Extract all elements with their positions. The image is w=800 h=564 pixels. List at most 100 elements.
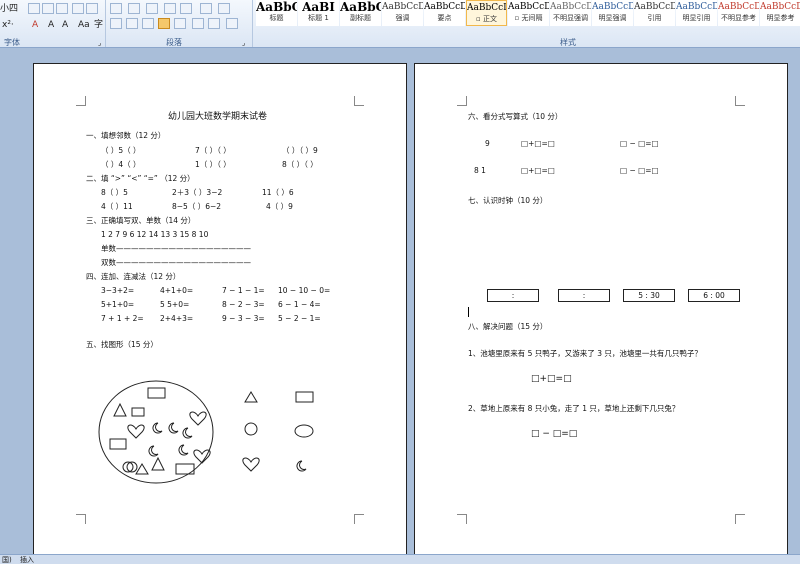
s1-r1-c2: 7（ ）（ ） — [195, 146, 231, 155]
justify-button[interactable] — [158, 18, 170, 29]
page-2[interactable]: 六、看分式写算式（10 分） 9 □+□=□ □ − □=□ 8 1 □+□=□… — [414, 63, 788, 555]
style-name: 标题 — [269, 14, 284, 22]
distributed-button[interactable] — [174, 18, 186, 29]
font-size-label[interactable]: 小四 — [0, 2, 18, 16]
style-name: 明显引用 — [682, 14, 711, 22]
s4-r2-c3: 8 − 2 − 3= — [222, 300, 265, 309]
style-name: 要点 — [437, 14, 452, 22]
align-center-button[interactable] — [126, 18, 138, 29]
style-name: 不明显强调 — [553, 14, 588, 22]
section-4-heading: 四、连加、连减法（12 分） — [86, 272, 181, 281]
font-group-label: 字体 — [4, 38, 20, 47]
style-item[interactable]: AaBbCcD 强调 — [382, 0, 423, 26]
style-sample: AaBbCcDc — [550, 2, 591, 12]
s1-r2-c3: 8（ ）（ ） — [282, 160, 318, 169]
paragraph-group-label: 段落 — [166, 38, 182, 47]
clock-box-1: : — [487, 289, 539, 302]
phonetic-icon[interactable]: 字 — [94, 18, 103, 32]
clear-format-button[interactable] — [86, 3, 98, 14]
style-item[interactable]: AaBbCcDc 明显强调 — [592, 0, 633, 26]
highlight-icon[interactable]: A — [48, 18, 54, 32]
document-canvas[interactable]: 幼儿园大班数学期末试卷 一、填想邻数（12 分） （ ）5（ ） 7（ ）（ ）… — [0, 48, 800, 555]
style-item[interactable]: AaBbCcDc 引用 — [634, 0, 675, 26]
s3-numbers: 1 2 7 9 6 12 14 13 3 15 8 10 — [101, 230, 209, 239]
font-color-icon[interactable]: A — [32, 18, 38, 32]
page-title: 幼儿园大班数学期末试卷 — [168, 112, 268, 122]
char-border-icon[interactable]: A — [62, 18, 68, 32]
style-sample: AaBbCcDc — [676, 2, 717, 12]
question-2-equation: □ − □=□ — [531, 429, 578, 439]
style-sample: AaBbCcDc — [508, 2, 549, 12]
section-2-heading: 二、填 “>” “<” “=” （12 分） — [86, 174, 195, 183]
shapes-figure — [98, 380, 314, 484]
s2-r1-c1: 8（ ）5 — [101, 188, 128, 197]
char-shading-icon[interactable]: Aa — [78, 18, 90, 32]
question-1-equation: □+□=□ — [531, 374, 572, 384]
question-2: 2、草地上原来有 8 只小兔，走了 1 只，草地上还剩下几只兔？ — [468, 404, 680, 413]
s6-row2-plus: □+□=□ — [521, 166, 555, 175]
italic-button[interactable] — [42, 3, 54, 14]
style-sample: AaBbCcDc — [634, 2, 675, 12]
bullets-button[interactable] — [110, 3, 122, 14]
style-item[interactable]: AaBbCcD 明显参考 — [760, 0, 800, 26]
style-name: 明显强调 — [598, 14, 627, 22]
sort-button[interactable] — [200, 3, 212, 14]
status-bar: 国) 插入 — [0, 554, 800, 564]
style-item[interactable]: AaBbCcDc 不明显强调 — [550, 0, 591, 26]
s4-r2-c2: 5 5+0= — [160, 300, 190, 309]
status-left: 国) — [2, 556, 12, 564]
style-item[interactable]: AaBbC 副标题 — [340, 0, 381, 26]
style-item[interactable]: AaBbCcDc ▫ 无间隔 — [508, 0, 549, 26]
style-item[interactable]: AaBbCcDc ▫ 正文 — [466, 0, 507, 26]
align-left-button[interactable] — [110, 18, 122, 29]
styles-gallery: AaBbC 标题 AaBI 标题 1 AaBbC 副标题 AaBbCcD 强调 AaBbCcD 要… — [256, 0, 800, 34]
numbering-button[interactable] — [128, 3, 140, 14]
s1-r1-c3: （ ）（ ）9 — [282, 146, 318, 155]
shading-button[interactable] — [208, 18, 220, 29]
question-1: 1、池塘里原来有 5 只鸭子，又游来了 3 只，池塘里一共有几只鸭子？ — [468, 349, 702, 358]
show-marks-button[interactable] — [218, 3, 230, 14]
s2-r2-c3: 4（ ）9 — [266, 202, 293, 211]
s4-r3-c3: 9 − 3 − 3= — [222, 314, 265, 323]
style-item[interactable]: AaBbCcD 要点 — [424, 0, 465, 26]
section-6-heading: 六、看分式写算式（10 分） — [468, 112, 563, 121]
align-right-button[interactable] — [142, 18, 154, 29]
clock-box-3: 5 : 30 — [623, 289, 675, 302]
decrease-indent-button[interactable] — [164, 3, 176, 14]
text-cursor — [468, 307, 469, 317]
s6-row1-minus: □ − □=□ — [620, 139, 659, 148]
multilevel-button[interactable] — [146, 3, 158, 14]
style-sample: AaBI — [302, 0, 335, 14]
s6-label-1: 9 — [485, 139, 490, 148]
underline-button[interactable] — [56, 3, 68, 14]
s6-row1-plus: □+□=□ — [521, 139, 555, 148]
increase-indent-button[interactable] — [180, 3, 192, 14]
s3-single-line: 单数—————————————————— — [101, 244, 251, 253]
page-1[interactable]: 幼儿园大班数学期末试卷 一、填想邻数（12 分） （ ）5（ ） 7（ ）（ ）… — [33, 63, 407, 555]
style-item[interactable]: AaBI 标题 1 — [298, 0, 339, 26]
style-sample: AaBbC — [340, 0, 381, 14]
bold-button[interactable] — [28, 3, 40, 14]
borders-button[interactable] — [226, 18, 238, 29]
section-5-heading: 五、找图形（15 分） — [86, 340, 158, 349]
line-spacing-button[interactable] — [192, 18, 204, 29]
style-item[interactable]: AaBbCcDc 明显引用 — [676, 0, 717, 26]
grow-font-button[interactable] — [72, 3, 84, 14]
superscript-icon[interactable]: x²· — [2, 18, 14, 32]
s1-r2-c2: 1（ ）（ ） — [195, 160, 231, 169]
s2-r2-c1: 4（ ）11 — [101, 202, 133, 211]
s1-r1-c1: （ ）5（ ） — [101, 146, 141, 155]
style-sample: AaBbCcD — [760, 2, 800, 12]
s3-double-line: 双数—————————————————— — [101, 258, 251, 267]
clock-box-2: : — [558, 289, 610, 302]
section-1-heading: 一、填想邻数（12 分） — [86, 131, 166, 140]
ribbon: 小四 x²· A A A Aa 字 字体 ⌟ 段落 ⌟ AaBbC 标题 AaBI 标… — [0, 0, 800, 48]
insert-mode-indicator[interactable]: 插入 — [20, 555, 34, 564]
style-sample: AaBbCcD — [424, 2, 465, 12]
style-sample: AaBbCcD — [718, 2, 759, 12]
s2-r1-c3: 11（ ）6 — [262, 188, 294, 197]
style-item[interactable]: AaBbCcD 不明显参考 — [718, 0, 759, 26]
style-name: 标题 1 — [308, 14, 329, 22]
s4-r1-c3: 7 − 1 − 1= — [222, 286, 265, 295]
style-item[interactable]: AaBbC 标题 — [256, 0, 297, 26]
